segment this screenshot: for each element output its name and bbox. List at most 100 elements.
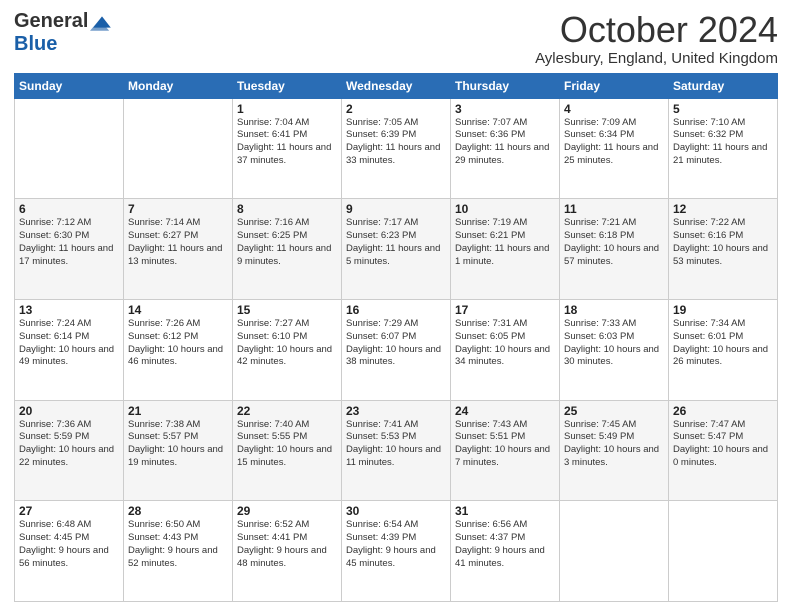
calendar-cell: 21Sunrise: 7:38 AM Sunset: 5:57 PM Dayli… [124,400,233,501]
calendar-cell: 13Sunrise: 7:24 AM Sunset: 6:14 PM Dayli… [15,299,124,400]
day-info: Sunrise: 7:22 AM Sunset: 6:16 PM Dayligh… [673,217,773,268]
day-info: Sunrise: 6:56 AM Sunset: 4:37 PM Dayligh… [455,519,555,570]
location: Aylesbury, England, United Kingdom [535,50,778,67]
day-info: Sunrise: 7:07 AM Sunset: 6:36 PM Dayligh… [455,117,555,168]
day-info: Sunrise: 7:38 AM Sunset: 5:57 PM Dayligh… [128,419,228,470]
day-number: 28 [128,504,228,518]
day-number: 5 [673,102,773,116]
day-info: Sunrise: 7:10 AM Sunset: 6:32 PM Dayligh… [673,117,773,168]
day-of-week-header: Saturday [669,73,778,98]
day-info: Sunrise: 6:50 AM Sunset: 4:43 PM Dayligh… [128,519,228,570]
day-number: 2 [346,102,446,116]
calendar-cell: 29Sunrise: 6:52 AM Sunset: 4:41 PM Dayli… [233,501,342,602]
calendar-cell: 30Sunrise: 6:54 AM Sunset: 4:39 PM Dayli… [342,501,451,602]
calendar-cell: 7Sunrise: 7:14 AM Sunset: 6:27 PM Daylig… [124,199,233,300]
day-number: 27 [19,504,119,518]
calendar-cell: 5Sunrise: 7:10 AM Sunset: 6:32 PM Daylig… [669,98,778,199]
logo-icon [90,13,114,31]
header: General Blue October 2024 Aylesbury, Eng… [14,10,778,67]
day-info: Sunrise: 7:21 AM Sunset: 6:18 PM Dayligh… [564,217,664,268]
day-info: Sunrise: 7:40 AM Sunset: 5:55 PM Dayligh… [237,419,337,470]
day-info: Sunrise: 6:52 AM Sunset: 4:41 PM Dayligh… [237,519,337,570]
calendar-cell: 20Sunrise: 7:36 AM Sunset: 5:59 PM Dayli… [15,400,124,501]
day-number: 17 [455,303,555,317]
day-number: 24 [455,404,555,418]
day-of-week-header: Wednesday [342,73,451,98]
day-number: 11 [564,202,664,216]
month-title: October 2024 [535,10,778,50]
day-number: 7 [128,202,228,216]
logo-general-text: General [14,10,88,33]
calendar-cell: 22Sunrise: 7:40 AM Sunset: 5:55 PM Dayli… [233,400,342,501]
calendar-cell: 6Sunrise: 7:12 AM Sunset: 6:30 PM Daylig… [15,199,124,300]
calendar-cell: 1Sunrise: 7:04 AM Sunset: 6:41 PM Daylig… [233,98,342,199]
calendar-week-row: 13Sunrise: 7:24 AM Sunset: 6:14 PM Dayli… [15,299,778,400]
calendar-cell: 27Sunrise: 6:48 AM Sunset: 4:45 PM Dayli… [15,501,124,602]
day-number: 19 [673,303,773,317]
day-number: 8 [237,202,337,216]
day-info: Sunrise: 7:04 AM Sunset: 6:41 PM Dayligh… [237,117,337,168]
day-number: 30 [346,504,446,518]
day-info: Sunrise: 7:14 AM Sunset: 6:27 PM Dayligh… [128,217,228,268]
day-number: 1 [237,102,337,116]
day-info: Sunrise: 6:48 AM Sunset: 4:45 PM Dayligh… [19,519,119,570]
title-block: October 2024 Aylesbury, England, United … [535,10,778,67]
calendar-cell: 17Sunrise: 7:31 AM Sunset: 6:05 PM Dayli… [451,299,560,400]
day-number: 26 [673,404,773,418]
day-info: Sunrise: 7:47 AM Sunset: 5:47 PM Dayligh… [673,419,773,470]
day-of-week-header: Friday [560,73,669,98]
day-number: 9 [346,202,446,216]
day-info: Sunrise: 7:36 AM Sunset: 5:59 PM Dayligh… [19,419,119,470]
calendar-cell: 31Sunrise: 6:56 AM Sunset: 4:37 PM Dayli… [451,501,560,602]
day-info: Sunrise: 7:16 AM Sunset: 6:25 PM Dayligh… [237,217,337,268]
day-info: Sunrise: 7:12 AM Sunset: 6:30 PM Dayligh… [19,217,119,268]
header-row: SundayMondayTuesdayWednesdayThursdayFrid… [15,73,778,98]
day-number: 21 [128,404,228,418]
day-info: Sunrise: 7:33 AM Sunset: 6:03 PM Dayligh… [564,318,664,369]
day-info: Sunrise: 7:05 AM Sunset: 6:39 PM Dayligh… [346,117,446,168]
day-number: 18 [564,303,664,317]
page: General Blue October 2024 Aylesbury, Eng… [0,0,792,612]
day-number: 25 [564,404,664,418]
calendar-cell: 18Sunrise: 7:33 AM Sunset: 6:03 PM Dayli… [560,299,669,400]
calendar-week-row: 20Sunrise: 7:36 AM Sunset: 5:59 PM Dayli… [15,400,778,501]
day-info: Sunrise: 7:45 AM Sunset: 5:49 PM Dayligh… [564,419,664,470]
day-info: Sunrise: 7:29 AM Sunset: 6:07 PM Dayligh… [346,318,446,369]
calendar-cell: 3Sunrise: 7:07 AM Sunset: 6:36 PM Daylig… [451,98,560,199]
day-info: Sunrise: 7:43 AM Sunset: 5:51 PM Dayligh… [455,419,555,470]
calendar-cell: 16Sunrise: 7:29 AM Sunset: 6:07 PM Dayli… [342,299,451,400]
calendar-cell [669,501,778,602]
day-number: 22 [237,404,337,418]
day-number: 12 [673,202,773,216]
day-info: Sunrise: 7:41 AM Sunset: 5:53 PM Dayligh… [346,419,446,470]
day-info: Sunrise: 7:31 AM Sunset: 6:05 PM Dayligh… [455,318,555,369]
calendar-cell: 12Sunrise: 7:22 AM Sunset: 6:16 PM Dayli… [669,199,778,300]
calendar-week-row: 1Sunrise: 7:04 AM Sunset: 6:41 PM Daylig… [15,98,778,199]
day-number: 15 [237,303,337,317]
day-info: Sunrise: 6:54 AM Sunset: 4:39 PM Dayligh… [346,519,446,570]
day-of-week-header: Tuesday [233,73,342,98]
day-of-week-header: Thursday [451,73,560,98]
day-number: 29 [237,504,337,518]
day-info: Sunrise: 7:34 AM Sunset: 6:01 PM Dayligh… [673,318,773,369]
day-number: 4 [564,102,664,116]
calendar-cell: 8Sunrise: 7:16 AM Sunset: 6:25 PM Daylig… [233,199,342,300]
day-of-week-header: Sunday [15,73,124,98]
day-info: Sunrise: 7:19 AM Sunset: 6:21 PM Dayligh… [455,217,555,268]
calendar-cell: 24Sunrise: 7:43 AM Sunset: 5:51 PM Dayli… [451,400,560,501]
calendar-cell: 19Sunrise: 7:34 AM Sunset: 6:01 PM Dayli… [669,299,778,400]
day-number: 6 [19,202,119,216]
calendar-header: SundayMondayTuesdayWednesdayThursdayFrid… [15,73,778,98]
day-number: 31 [455,504,555,518]
logo: General Blue [14,10,114,56]
day-info: Sunrise: 7:26 AM Sunset: 6:12 PM Dayligh… [128,318,228,369]
calendar-table: SundayMondayTuesdayWednesdayThursdayFrid… [14,73,778,602]
calendar-cell: 10Sunrise: 7:19 AM Sunset: 6:21 PM Dayli… [451,199,560,300]
day-number: 3 [455,102,555,116]
day-number: 23 [346,404,446,418]
calendar-cell: 28Sunrise: 6:50 AM Sunset: 4:43 PM Dayli… [124,501,233,602]
calendar-cell: 9Sunrise: 7:17 AM Sunset: 6:23 PM Daylig… [342,199,451,300]
calendar-week-row: 27Sunrise: 6:48 AM Sunset: 4:45 PM Dayli… [15,501,778,602]
day-number: 14 [128,303,228,317]
logo-blue-text: Blue [14,33,57,55]
